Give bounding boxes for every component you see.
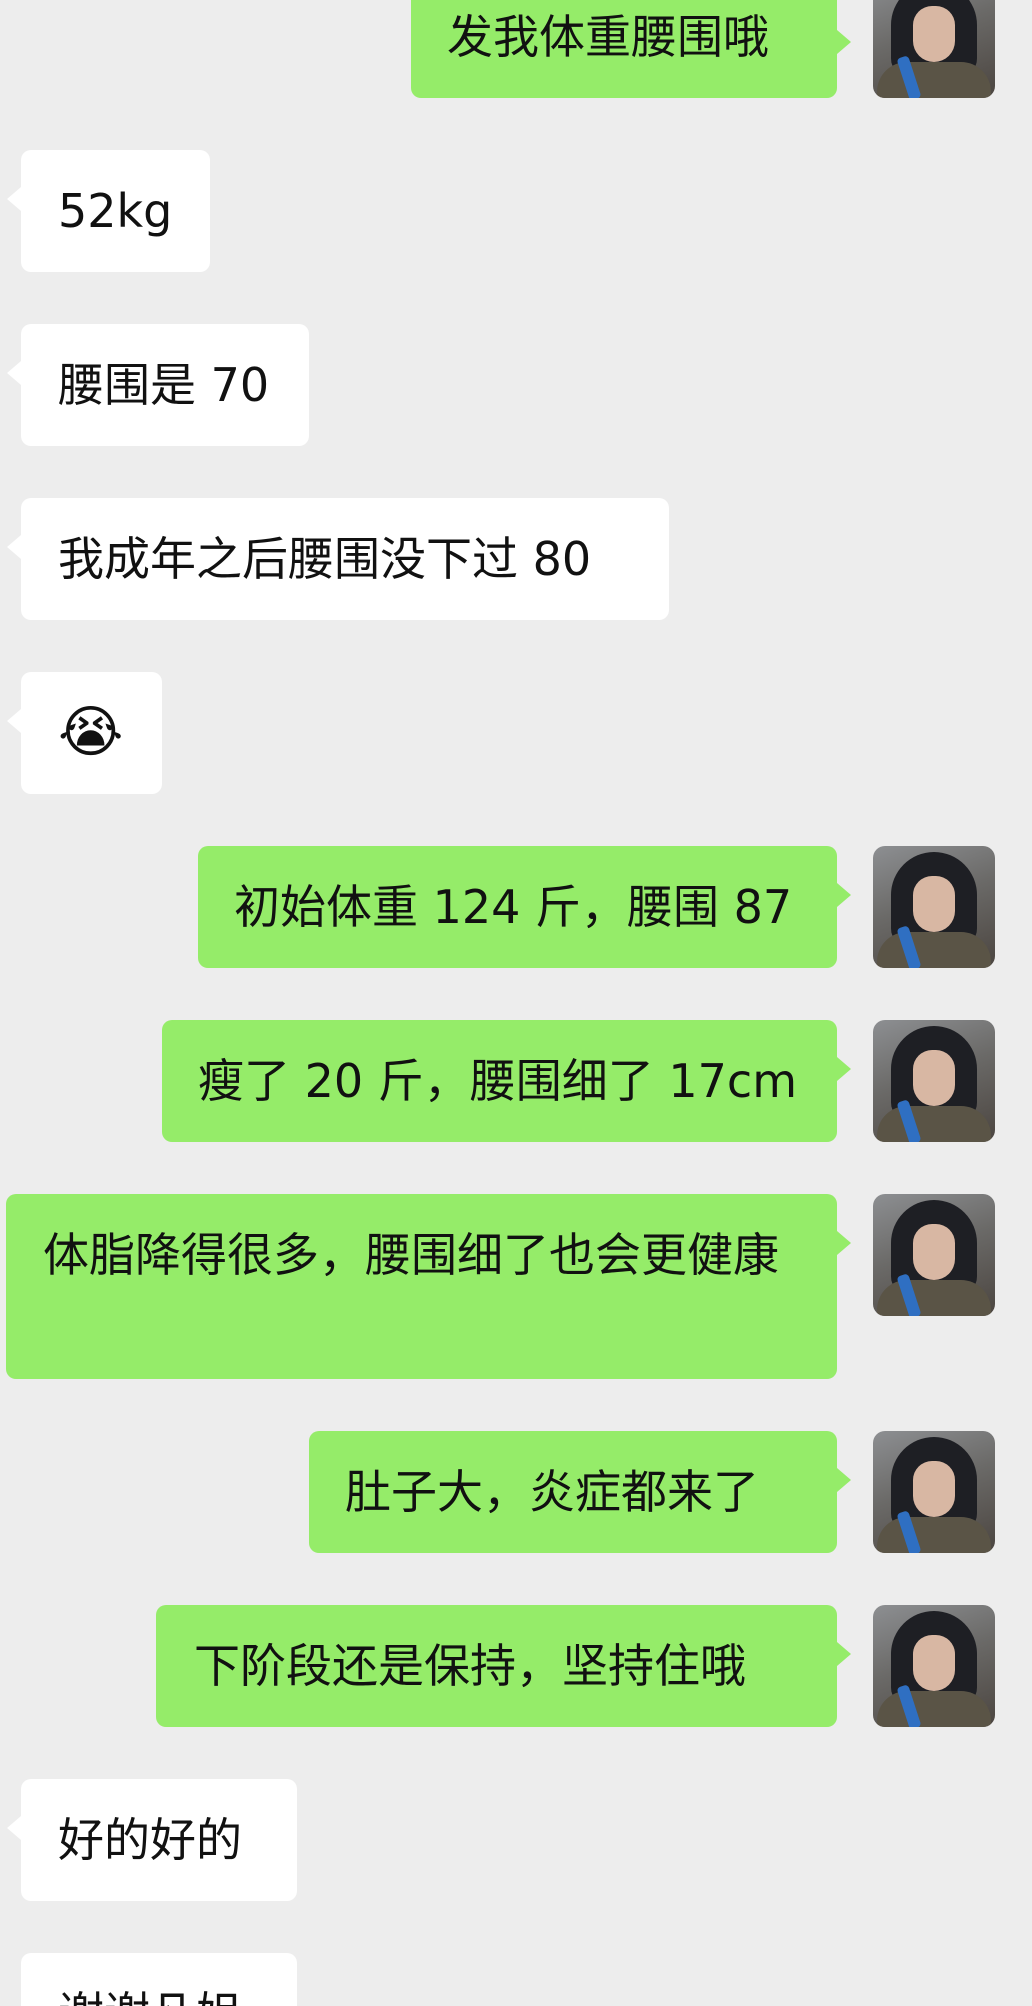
message-text: 腰围是 70 xyxy=(58,358,270,412)
message-text: 肚子大，炎症都来了 xyxy=(345,1465,759,1519)
message-bubble-incoming[interactable]: 好的好的 xyxy=(7,1779,297,1901)
message-text: 52kg xyxy=(58,184,173,238)
message-text: 谢谢凡姐 xyxy=(58,1986,297,2006)
avatar[interactable] xyxy=(873,1605,995,1727)
avatar[interactable] xyxy=(873,0,995,98)
message-bubble-incoming[interactable]: 😭 xyxy=(7,672,162,794)
message-bubble-incoming[interactable]: 谢谢凡姐 xyxy=(21,1953,297,2006)
message-text: 发我体重腰围哦 xyxy=(447,10,769,64)
message-bubble-incoming[interactable]: 我成年之后腰围没下过 80 xyxy=(7,498,669,620)
bubble-tail xyxy=(7,535,21,559)
avatar[interactable] xyxy=(873,1431,995,1553)
avatar[interactable] xyxy=(873,1020,995,1142)
bubble-tail xyxy=(837,1642,851,1666)
bubble-tail xyxy=(837,30,851,54)
bubble-tail xyxy=(7,709,21,733)
message-text: 我成年之后腰围没下过 80 xyxy=(58,532,592,586)
message-bubble-outgoing[interactable]: 发我体重腰围哦 xyxy=(411,0,851,98)
message-text: 瘦了 20 斤，腰围细了 17cm xyxy=(198,1054,798,1108)
message-bubble-incoming[interactable]: 52kg xyxy=(7,150,210,272)
bubble-tail xyxy=(7,1816,21,1840)
bubble-tail xyxy=(837,1468,851,1492)
message-bubble-incoming[interactable]: 腰围是 70 xyxy=(7,324,309,446)
message-text: 下阶段还是保持，坚持住哦 xyxy=(194,1639,746,1693)
message-text: 好的好的 xyxy=(58,1813,242,1867)
avatar[interactable] xyxy=(873,1194,995,1316)
message-bubble-outgoing[interactable]: 体脂降得很多，腰围细了也会更健康 xyxy=(6,1194,851,1379)
message-text: 体脂降得很多，腰围细了也会更健康 xyxy=(43,1228,779,1282)
message-bubble-outgoing[interactable]: 初始体重 124 斤，腰围 87 xyxy=(198,846,851,968)
bubble-tail xyxy=(837,1057,851,1081)
message-bubble-outgoing[interactable]: 肚子大，炎症都来了 xyxy=(309,1431,851,1553)
message-bubble-outgoing[interactable]: 瘦了 20 斤，腰围细了 17cm xyxy=(162,1020,851,1142)
bubble-tail xyxy=(837,883,851,907)
crying-face-emoji: 😭 xyxy=(58,700,124,765)
bubble-tail xyxy=(7,361,21,385)
message-text: 初始体重 124 斤，腰围 87 xyxy=(234,880,793,934)
avatar[interactable] xyxy=(873,846,995,968)
bubble-tail xyxy=(7,187,21,211)
message-bubble-outgoing[interactable]: 下阶段还是保持，坚持住哦 xyxy=(156,1605,851,1727)
bubble-tail xyxy=(837,1231,851,1255)
